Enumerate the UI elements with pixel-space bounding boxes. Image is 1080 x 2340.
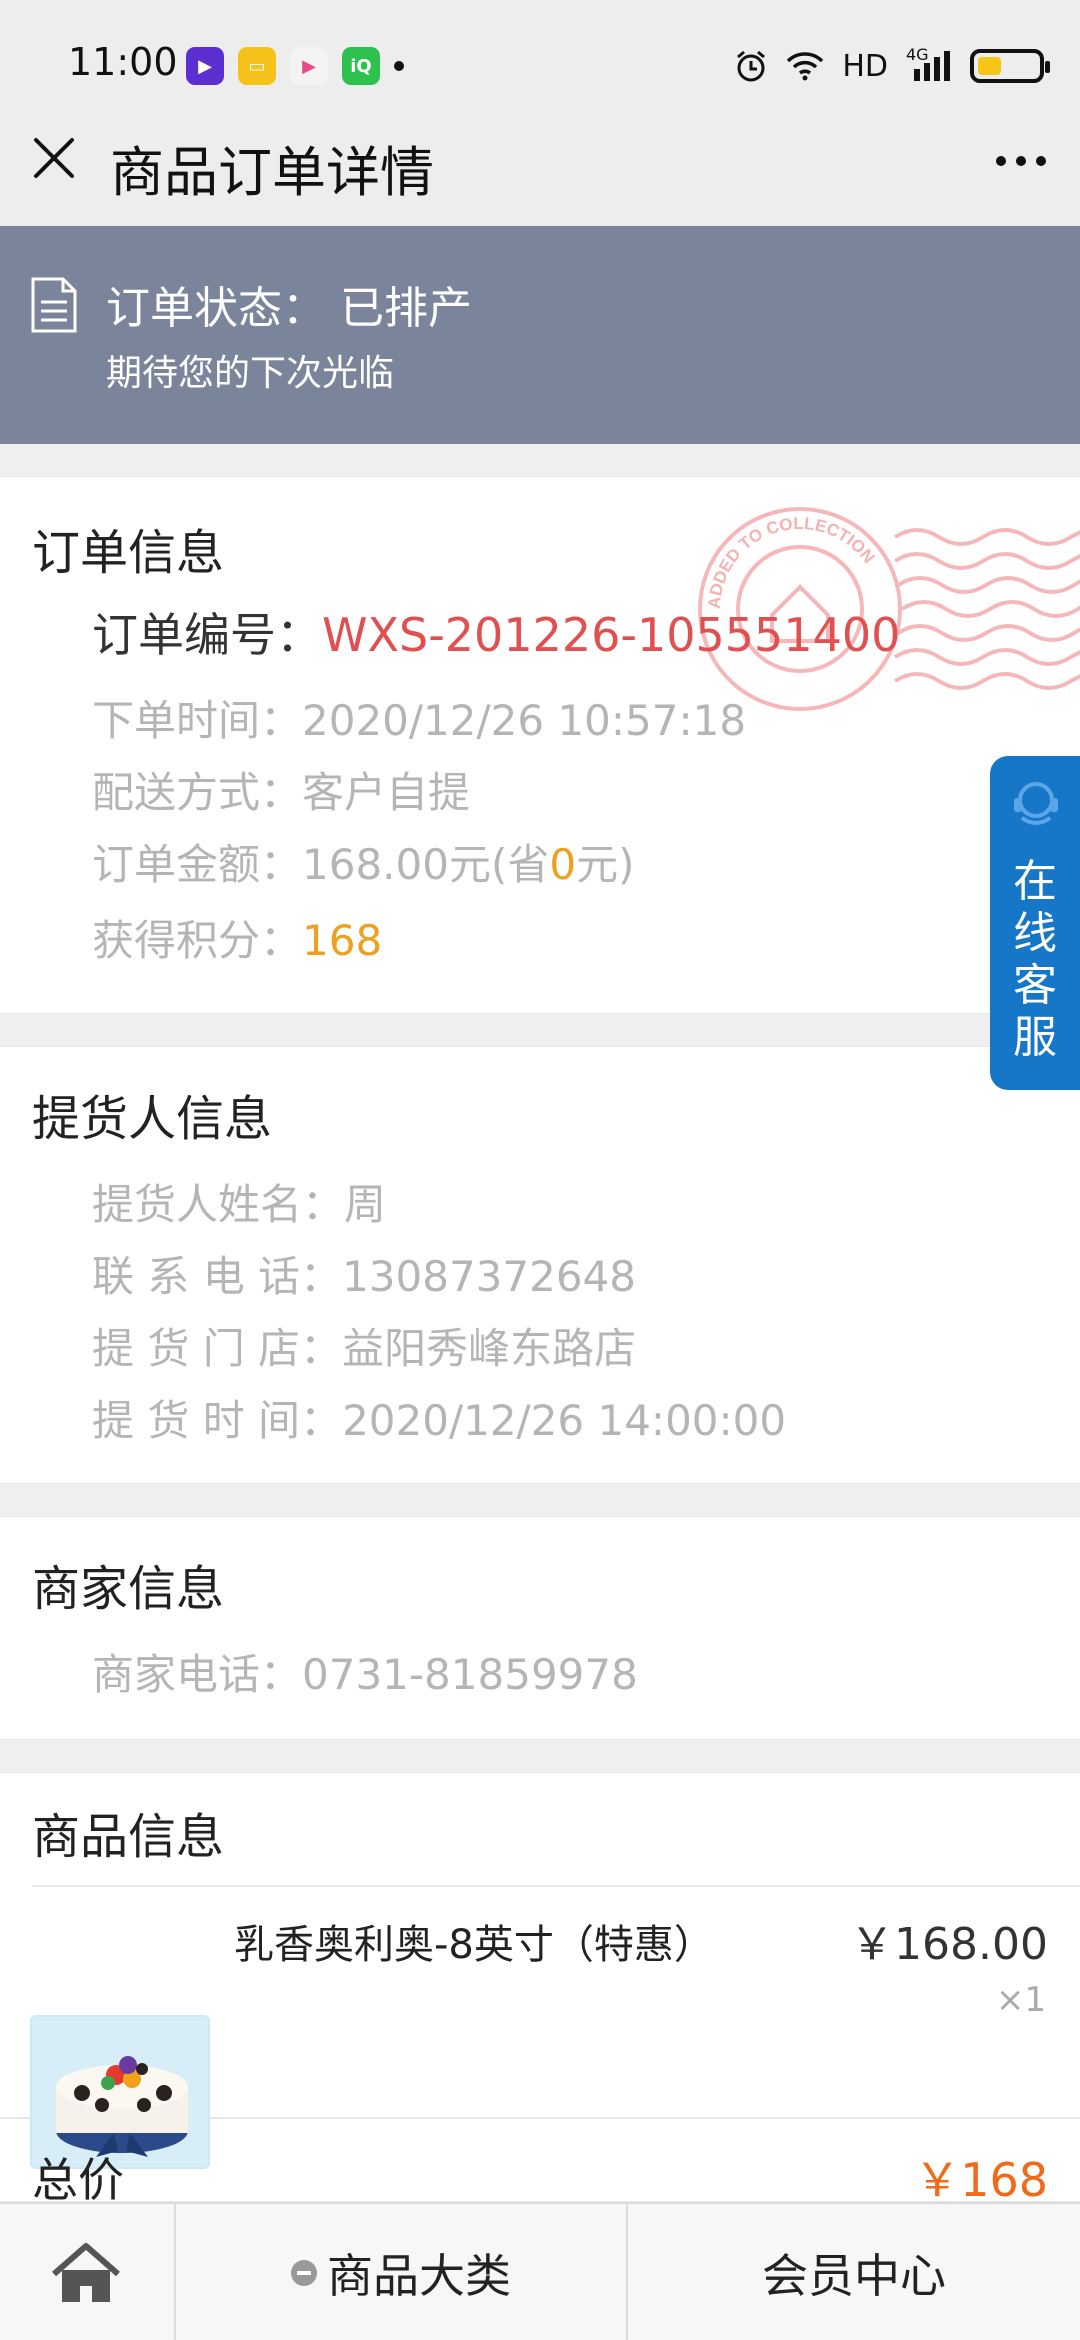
category-button[interactable]: 商品大类 [176, 2204, 628, 2340]
player-app-icon: ▶ [290, 47, 328, 85]
order-number-row: 订单编号：WXS-201226-105551400 [92, 608, 901, 662]
points-value: 168 [302, 916, 383, 965]
online-service-button[interactable]: 在线客服 [990, 756, 1080, 1090]
bottom-nav: 商品大类 会员中心 [0, 2202, 1080, 2340]
network-label: HD [842, 48, 888, 84]
merchant-info-card: 商家信息 商家电话：0731-81859978 [0, 1516, 1080, 1740]
pickup-name-row: 提货人姓名：周 [92, 1180, 387, 1229]
home-icon [52, 2243, 120, 2302]
page-title: 商品订单详情 [110, 141, 434, 204]
total-value: ￥168 [914, 2153, 1048, 2207]
order-info-card: ADDED TO COLLECTION 订单信息 订单编号：WXS-201226… [0, 476, 1080, 1014]
notification-dot [394, 61, 404, 71]
member-center-label: 会员中心 [762, 2249, 946, 2303]
goods-info-title: 商品信息 [32, 1809, 225, 1865]
order-status-subtitle: 期待您的下次光临 [106, 353, 395, 394]
merchant-phone: 0731-81859978 [302, 1650, 638, 1699]
order-status-text: 订单状态： 已排产 [106, 283, 472, 334]
alarm-icon [737, 50, 766, 82]
pickup-phone-row: 联 系 电 话：13087372648 [92, 1252, 637, 1301]
notes-app-icon: ▭ [238, 47, 276, 85]
order-info-title: 订单信息 [32, 525, 225, 581]
nav-bar: 商品订单详情 [0, 106, 1080, 226]
online-service-label: 在线客服 [1013, 856, 1057, 1063]
product-quantity: ×1 [995, 1980, 1046, 2020]
status-right: HD 4G [734, 44, 1050, 88]
battery-icon [970, 49, 1050, 83]
order-time: 2020/12/26 10:57:18 [302, 696, 747, 745]
goods-divider [32, 1885, 1080, 1887]
notification-icons: ▶ ▭ ▶ iQ [186, 46, 404, 86]
wifi-icon [787, 52, 824, 81]
signal-icon: 4G [906, 45, 952, 83]
stamp-text: ADDED TO COLLECTION [705, 514, 879, 609]
merchant-phone-row[interactable]: 商家电话：0731-81859978 [92, 1641, 638, 1702]
saved-amount: 0 [549, 840, 577, 889]
product-price: ￥168.00 [850, 1919, 1048, 1970]
merchant-info-title: 商家信息 [32, 1561, 225, 1617]
member-center-button[interactable]: 会员中心 [628, 2204, 1080, 2340]
points-row: 获得积分：168 [92, 916, 383, 965]
order-status-banner: 订单状态： 已排产 期待您的下次光临 [0, 226, 1080, 444]
delivery-method-row: 配送方式：客户自提 [92, 768, 471, 817]
status-time: 11:00 [68, 40, 178, 84]
category-label: 商品大类 [327, 2249, 511, 2303]
battery-level [978, 57, 1001, 75]
pickup-info-title: 提货人信息 [32, 1091, 273, 1147]
video-app-icon: ▶ [186, 47, 224, 85]
headset-icon [1014, 782, 1058, 825]
order-time-row: 下单时间：2020/12/26 10:57:18 [92, 696, 747, 745]
product-name[interactable]: 乳香奥利奥-8英寸（特惠） [234, 1912, 714, 1970]
pickup-info-card: 提货人信息 提货人姓名：周 联 系 电 话：13087372648 提 货 门 … [0, 1046, 1080, 1484]
pickup-time-row: 提 货 时 间：2020/12/26 14:00:00 [92, 1396, 787, 1445]
delivery-method: 客户自提 [302, 768, 471, 817]
document-icon [31, 277, 77, 333]
order-number: WXS-201226-105551400 [322, 608, 901, 662]
home-button[interactable] [0, 2204, 176, 2340]
pickup-store-row: 提 货 门 店：益阳秀峰东路店 [92, 1324, 637, 1373]
iqiyi-app-icon: iQ [342, 47, 380, 85]
order-amount-row: 订单金额：168.00元(省0元) [92, 840, 635, 889]
svg-text:ADDED TO COLLECTION: ADDED TO COLLECTION [705, 514, 879, 609]
close-icon[interactable] [26, 130, 82, 186]
more-menu-icon[interactable] [996, 156, 1046, 166]
signal-label: 4G [906, 45, 929, 64]
category-icon [291, 2260, 317, 2286]
total-label: 总价 [32, 2153, 124, 2207]
